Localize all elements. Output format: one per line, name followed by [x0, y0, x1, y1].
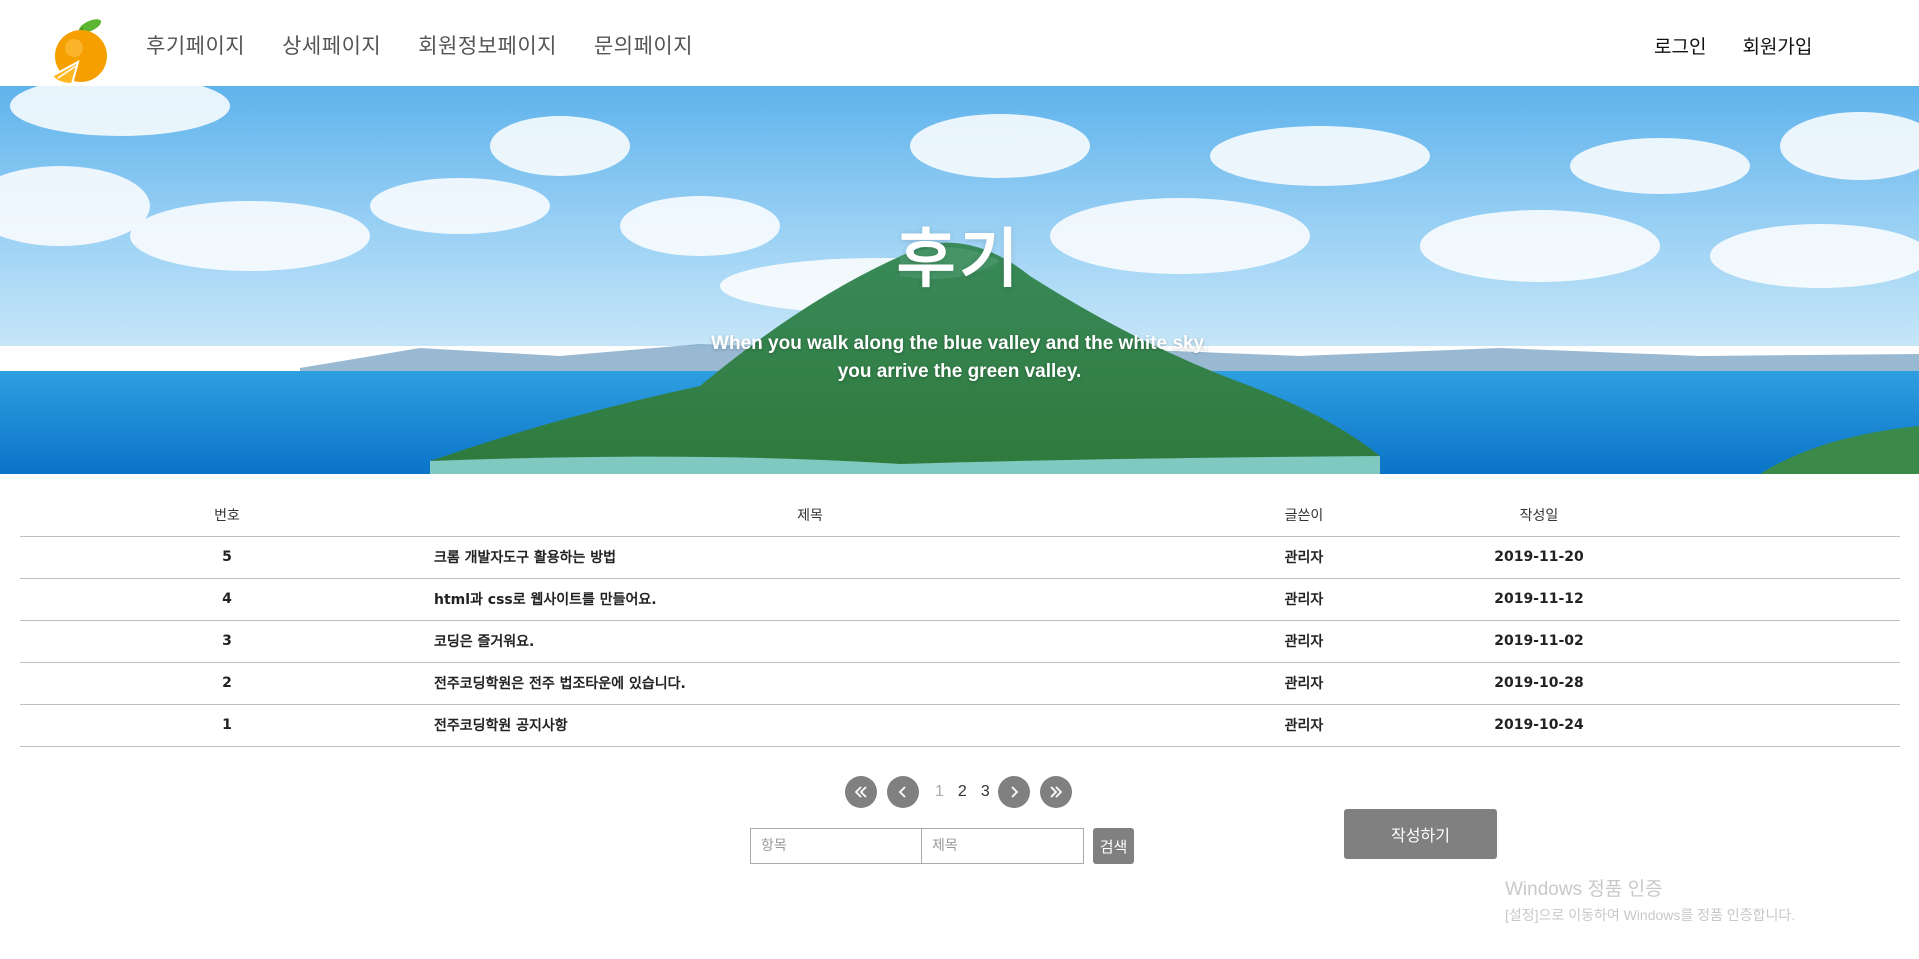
prev-page-button[interactable] [887, 776, 919, 808]
row-spacer [1656, 536, 1900, 579]
watermark-title: Windows 정품 인증 [1505, 879, 1663, 900]
row-date: 2019-11-20 [1422, 536, 1656, 579]
row-writer: 관리자 [1186, 578, 1422, 621]
row-writer: 관리자 [1186, 662, 1422, 705]
chevron-right-icon [1011, 786, 1018, 798]
column-header-date: 작성일 [1422, 494, 1656, 537]
row-spacer [1656, 620, 1900, 663]
last-page-button[interactable] [1039, 776, 1072, 808]
first-page-button[interactable] [845, 776, 877, 808]
row-title-link[interactable]: html과 css로 웹사이트를 만들어요. [434, 589, 657, 609]
double-chevron-right-icon [1050, 786, 1062, 798]
nav-inquiry[interactable]: 문의페이지 [594, 30, 693, 60]
windows-activation-watermark: Windows 정품 인증 [설정]으로 이동하여 Windows를 정품 인증… [1505, 874, 1795, 925]
row-date: 2019-11-02 [1422, 620, 1656, 663]
row-date: 2019-10-28 [1422, 662, 1656, 705]
hero-subtitle-line1: When you walk along the blue valley and … [711, 333, 1208, 354]
column-header-writer: 글쓴이 [1186, 494, 1422, 537]
hero-subtitle: When you walk along the blue valley and … [0, 330, 1919, 386]
search-keyword-input[interactable] [922, 828, 1084, 864]
write-post-button[interactable]: 작성하기 [1344, 809, 1497, 859]
column-header-spacer [1656, 494, 1900, 537]
row-title[interactable]: 크롬 개발자도구 활용하는 방법 [434, 536, 1186, 579]
row-title[interactable]: 전주코딩학원은 전주 법조타운에 있습니다. [434, 662, 1186, 705]
watermark-subtitle: [설정]으로 이동하여 Windows를 정품 인증합니다. [1505, 907, 1796, 923]
row-spacer [1656, 578, 1900, 621]
search-form: 검색 [750, 828, 1134, 864]
row-spacer [1656, 704, 1900, 747]
row-title-link[interactable]: 크롬 개발자도구 활용하는 방법 [434, 547, 616, 567]
row-title-link[interactable]: 전주코딩학원 공지사항 [434, 715, 568, 735]
page-number-1[interactable]: 1 [935, 783, 944, 801]
row-number: 3 [20, 620, 434, 663]
row-number: 1 [20, 704, 434, 747]
pagination: 1 2 3 [845, 776, 1072, 808]
table-row[interactable]: 5 크롬 개발자도구 활용하는 방법 관리자 2019-11-20 [20, 536, 1900, 579]
row-number: 4 [20, 578, 434, 621]
nav-detail[interactable]: 상세페이지 [282, 30, 381, 60]
table-row[interactable]: 3 코딩은 즐거워요. 관리자 2019-11-02 [20, 620, 1900, 663]
row-spacer [1656, 662, 1900, 705]
row-writer: 관리자 [1186, 620, 1422, 663]
row-title[interactable]: 코딩은 즐거워요. [434, 620, 1186, 663]
hero-title: 후기 [896, 223, 1023, 297]
nav-review[interactable]: 후기페이지 [146, 30, 245, 60]
row-title[interactable]: 전주코딩학원 공지사항 [434, 704, 1186, 747]
review-board-table: 번호 제목 글쓴이 작성일 5 크롬 개발자도구 활용하는 방법 관리자 201… [20, 494, 1900, 747]
column-header-number: 번호 [20, 494, 434, 537]
row-number: 2 [20, 662, 434, 705]
row-date: 2019-11-12 [1422, 578, 1656, 621]
signup-link[interactable]: 회원가입 [1742, 32, 1812, 59]
nav-member-info[interactable]: 회원정보페이지 [418, 30, 557, 60]
login-link[interactable]: 로그인 [1654, 32, 1706, 59]
next-page-button[interactable] [997, 776, 1030, 808]
row-writer: 관리자 [1186, 536, 1422, 579]
table-row[interactable]: 2 전주코딩학원은 전주 법조타운에 있습니다. 관리자 2019-10-28 [20, 662, 1900, 705]
site-header: 후기페이지 상세페이지 회원정보페이지 문의페이지 로그인 회원가입 [0, 0, 1919, 86]
table-header-row: 번호 제목 글쓴이 작성일 [20, 494, 1900, 537]
double-chevron-left-icon [854, 786, 867, 798]
search-button[interactable]: 검색 [1093, 828, 1134, 864]
table-row[interactable]: 1 전주코딩학원 공지사항 관리자 2019-10-24 [20, 704, 1900, 747]
table-row[interactable]: 4 html과 css로 웹사이트를 만들어요. 관리자 2019-11-12 [20, 578, 1900, 621]
main-nav: 후기페이지 상세페이지 회원정보페이지 문의페이지 [146, 30, 693, 60]
column-header-title: 제목 [434, 494, 1186, 537]
hero-subtitle-line2: you arrive the green valley. [837, 361, 1082, 382]
row-writer: 관리자 [1186, 704, 1422, 747]
row-date: 2019-10-24 [1422, 704, 1656, 747]
auth-links: 로그인 회원가입 [1654, 32, 1812, 59]
row-title-link[interactable]: 전주코딩학원은 전주 법조타운에 있습니다. [434, 673, 686, 693]
row-title[interactable]: html과 css로 웹사이트를 만들어요. [434, 578, 1186, 621]
page-number-3[interactable]: 3 [981, 783, 990, 801]
search-category-input[interactable] [750, 828, 922, 864]
row-title-link[interactable]: 코딩은 즐거워요. [434, 631, 534, 651]
orange-logo-icon[interactable] [48, 18, 114, 84]
page-number-2[interactable]: 2 [958, 783, 967, 801]
row-number: 5 [20, 536, 434, 579]
hero-banner: 후기 When you walk along the blue valley a… [0, 86, 1919, 474]
chevron-left-icon [898, 786, 906, 798]
